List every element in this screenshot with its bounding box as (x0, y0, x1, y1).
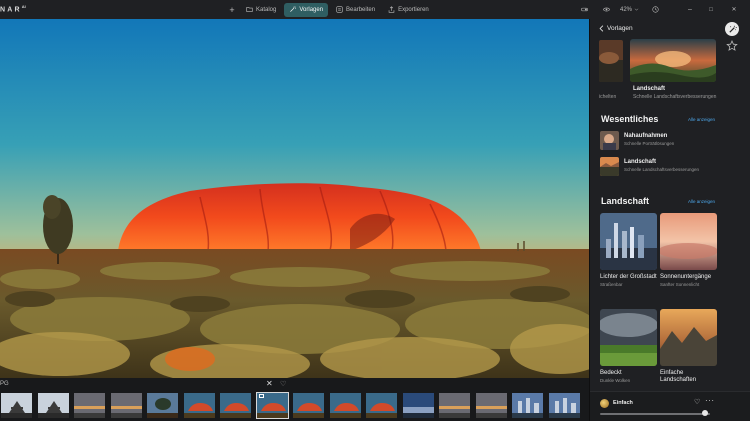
preset-amount-slider-track[interactable] (600, 413, 710, 415)
landscape-section-title: Landschaft (601, 196, 650, 206)
card-title: Lichter der Großstadt (600, 274, 657, 280)
main-photo-canvas[interactable] (0, 19, 589, 378)
filmstrip-thumbnails (0, 392, 589, 419)
card-title: Sonnenuntergänge (660, 274, 712, 280)
preset-avatar (600, 399, 609, 408)
maximize-button[interactable]: □ (706, 3, 716, 16)
folder-icon (246, 7, 253, 12)
essentials-see-all-link[interactable]: Alle anzeigen (688, 117, 715, 122)
tab-vorlagen[interactable]: Vorlagen (284, 2, 329, 17)
back-to-presets-button[interactable]: Vorlagen (599, 24, 633, 33)
filmstrip-thumbnail[interactable] (511, 392, 544, 419)
card-image (660, 309, 717, 366)
preset-card-einfache-landschaften[interactable]: Einfache Landschaften (660, 309, 717, 384)
favorite-heart-icon[interactable]: ♡ (280, 380, 286, 388)
filmstrip-thumbnail[interactable] (109, 392, 143, 419)
filmstrip-header: PG ✕ ♡ (0, 379, 589, 390)
tab-katalog-label: Katalog (256, 6, 277, 13)
featured-card-image[interactable] (630, 39, 716, 82)
filmstrip-thumbnail[interactable] (365, 392, 398, 419)
list-item-title: Landschaft (624, 159, 657, 165)
featured-card-title: Landschaft (633, 86, 666, 92)
featured-prev-card-label: ichelten (599, 94, 617, 100)
export-icon (388, 6, 395, 13)
list-item-subtitle: Schnelle Landschaftsverbesserungen (624, 167, 700, 172)
card-subtitle: Straßenbar (600, 282, 623, 287)
filmstrip-thumbnail[interactable] (438, 392, 471, 419)
app-logo: NARAI (0, 4, 26, 14)
landschaft-thumbnail (600, 157, 619, 176)
close-button[interactable]: ✕ (729, 3, 739, 16)
preset-card-bedeckt[interactable]: Bedeckt Dunkle Wolken (600, 309, 657, 383)
tab-katalog[interactable]: Katalog (241, 3, 281, 17)
main-nav: + Katalog Vorlagen Bearbeiten Exportiere… (226, 2, 434, 17)
filmstrip-thumbnail[interactable] (146, 392, 179, 419)
filmstrip-thumbnail[interactable] (547, 392, 581, 419)
list-item-landschaft[interactable]: Landschaft Schnelle Landschaftsverbesser… (600, 157, 720, 176)
current-file-name: PG (0, 381, 9, 387)
list-item-title: Nahaufnahmen (624, 133, 668, 139)
eye-icon (602, 7, 610, 12)
card-image (660, 213, 717, 270)
applied-preset-bar: Einfach ♡ ··· (590, 391, 750, 421)
applied-preset-name: Einfach (613, 400, 633, 406)
featured-card-subtitle: Schnelle Landschaftsverbesserungen (633, 94, 717, 100)
selected-indicator-icon (258, 394, 264, 398)
preview-eye-button[interactable] (600, 6, 612, 13)
filmstrip: PG ✕ ♡ (0, 378, 589, 421)
filmstrip-thumbnail[interactable] (292, 392, 325, 419)
chevron-left-icon (599, 25, 604, 32)
filmstrip-thumbnail[interactable] (328, 392, 362, 419)
list-item-nahaufnahmen[interactable]: Nahaufnahmen Schnelle Porträtlösungen (600, 131, 720, 150)
card-image (600, 213, 657, 270)
star-icon[interactable] (726, 40, 738, 52)
minimize-button[interactable]: – (685, 3, 695, 16)
filmstrip-thumbnail[interactable] (401, 392, 435, 419)
compare-toggle[interactable] (578, 6, 590, 13)
filmstrip-thumbnail[interactable] (73, 392, 106, 419)
card-image (600, 309, 657, 366)
featured-prev-card-image[interactable] (599, 40, 623, 82)
card-subtitle: Sanfter Sonnenlicht (660, 282, 700, 287)
preset-amount-slider-knob[interactable] (701, 410, 708, 416)
filmstrip-thumbnail[interactable] (219, 392, 252, 419)
chevron-down-icon (634, 8, 639, 11)
filmstrip-thumbnail[interactable] (182, 392, 216, 419)
back-label: Vorlagen (607, 25, 633, 32)
presets-mode-button[interactable] (725, 22, 739, 36)
add-button[interactable]: + (226, 3, 238, 17)
filmstrip-thumbnail[interactable] (0, 392, 33, 419)
view-tools: 42% (578, 3, 661, 16)
magic-wand-icon (728, 25, 737, 33)
landscape-see-all-link[interactable]: Alle anzeigen (688, 199, 715, 204)
tab-vorlagen-label: Vorlagen (299, 6, 324, 13)
preset-card-lichter-der-grossstadt[interactable]: Lichter der Großstadt Straßenbar (600, 213, 657, 287)
magic-wand-icon (290, 6, 297, 12)
card-subtitle: Dunkle Wolken (600, 378, 631, 383)
clock-icon (651, 6, 659, 13)
preset-more-options-button[interactable]: ··· (705, 396, 715, 405)
top-bar: NARAI + Katalog Vorlagen Bearbeiten Expo… (0, 0, 750, 19)
zoom-level: 42% (620, 6, 633, 13)
card-title: Einfache Landschaften (660, 370, 697, 383)
filmstrip-thumbnail[interactable] (36, 392, 70, 419)
tab-exportieren-label: Exportieren (398, 6, 429, 13)
nahaufnahmen-thumbnail (600, 131, 619, 150)
essentials-section-title: Wesentliches (601, 114, 659, 124)
tab-bearbeiten[interactable]: Bearbeiten (331, 3, 380, 17)
card-title: Bedeckt (600, 370, 622, 376)
zoom-dropdown[interactable]: 42% (620, 7, 639, 13)
tab-exportieren[interactable]: Exportieren (383, 3, 434, 17)
close-filter-button[interactable]: ✕ (266, 379, 273, 388)
preset-favorite-heart-icon[interactable]: ♡ (694, 398, 700, 406)
tab-bearbeiten-label: Bearbeiten (346, 6, 376, 13)
history-button[interactable] (649, 6, 661, 13)
filmstrip-thumbnail[interactable] (474, 392, 508, 419)
sliders-icon (336, 6, 343, 13)
presets-panel: Vorlagen ichelten Landschaft Schnelle La… (589, 19, 750, 421)
filmstrip-thumbnail[interactable] (255, 392, 289, 419)
preset-card-sonnenuntergaenge[interactable]: Sonnenuntergänge Sanfter Sonnenlicht (660, 213, 717, 287)
toggle-icon (580, 7, 588, 12)
list-item-subtitle: Schnelle Porträtlösungen (624, 141, 675, 146)
